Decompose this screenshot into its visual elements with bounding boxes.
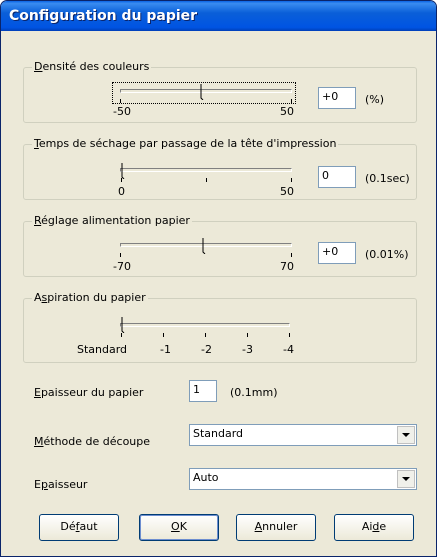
window-title: Configuration du papier (1, 1, 436, 31)
chevron-down-icon[interactable] (397, 470, 415, 488)
cancel-button[interactable]: Annuler (236, 514, 316, 541)
feed-tick-min (120, 253, 121, 257)
drying-time-group: Temps de séchage par passage de la tête … (23, 137, 417, 200)
paper-config-dialog: Configuration du papier Densité des coul… (0, 0, 437, 557)
suction-group: Aspiration du papier Standard -1 -2 -3 -… (23, 291, 417, 363)
feed-value-field[interactable]: +0 (318, 242, 356, 264)
suction-label-2: -2 (201, 343, 212, 356)
feed-max-label: 70 (280, 260, 294, 273)
paper-thickness-label: Epaisseur du papier (34, 386, 144, 399)
drying-value-field[interactable]: 0 (318, 166, 356, 188)
epaisseur-value: Auto (193, 471, 219, 484)
drying-slider-track[interactable] (120, 168, 292, 172)
paper-feed-group: Réglage alimentation papier -70 70 +0 (0… (23, 214, 417, 277)
suction-tick-3 (247, 333, 248, 337)
density-tick-min (120, 99, 121, 103)
chevron-down-icon[interactable] (397, 426, 415, 444)
feed-min-label: -70 (113, 260, 131, 273)
suction-label-standard: Standard (77, 343, 128, 356)
cut-method-value: Standard (193, 427, 244, 440)
suction-tick-1 (163, 333, 164, 337)
cut-method-select[interactable]: Standard (189, 424, 417, 446)
drying-min-label: 0 (118, 185, 125, 198)
drying-tick-min (121, 178, 122, 182)
drying-unit-label: (0.1sec) (365, 172, 410, 185)
suction-label-1: -1 (160, 343, 171, 356)
feed-slider-thumb[interactable] (202, 238, 208, 254)
paper-thickness-field[interactable]: 1 (189, 380, 217, 402)
feed-tick-max (291, 253, 292, 257)
drying-tick-mid (206, 178, 207, 182)
cut-method-label: Méthode de découpe (34, 435, 151, 448)
epaisseur-select[interactable]: Auto (189, 468, 417, 490)
density-tick-max (291, 99, 292, 103)
suction-tick-4 (289, 333, 290, 337)
density-slider-track[interactable] (120, 89, 292, 93)
density-group: Densité des couleurs -50 50 +0 (%) (23, 60, 417, 123)
feed-unit-label: (0.01%) (365, 248, 409, 261)
density-unit-label: (%) (365, 93, 385, 106)
paper-thickness-unit: (0.1mm) (230, 386, 278, 399)
help-button[interactable]: Aide (334, 514, 414, 541)
suction-label-3: -3 (242, 343, 253, 356)
suction-tick-0 (121, 333, 122, 337)
density-legend: Densité des couleurs (32, 60, 152, 74)
density-slider-thumb[interactable] (200, 84, 206, 100)
ok-button[interactable]: OK (139, 514, 219, 541)
drying-tick-max (291, 178, 292, 182)
suction-tick-2 (205, 333, 206, 337)
drying-time-legend: Temps de séchage par passage de la tête … (32, 137, 339, 151)
default-button[interactable]: Défaut (39, 514, 119, 541)
paper-feed-legend: Réglage alimentation papier (32, 214, 192, 228)
density-min-label: -50 (113, 105, 131, 118)
density-max-label: 50 (280, 105, 294, 118)
suction-slider-thumb[interactable] (121, 317, 127, 333)
suction-label-4: -4 (283, 343, 294, 356)
density-value-field[interactable]: +0 (318, 87, 356, 109)
suction-legend: Aspiration du papier (32, 291, 148, 305)
drying-slider-thumb[interactable] (121, 163, 127, 179)
suction-slider-track[interactable] (120, 323, 290, 327)
drying-max-label: 50 (280, 185, 294, 198)
epaisseur-label: Epaisseur (34, 478, 88, 491)
